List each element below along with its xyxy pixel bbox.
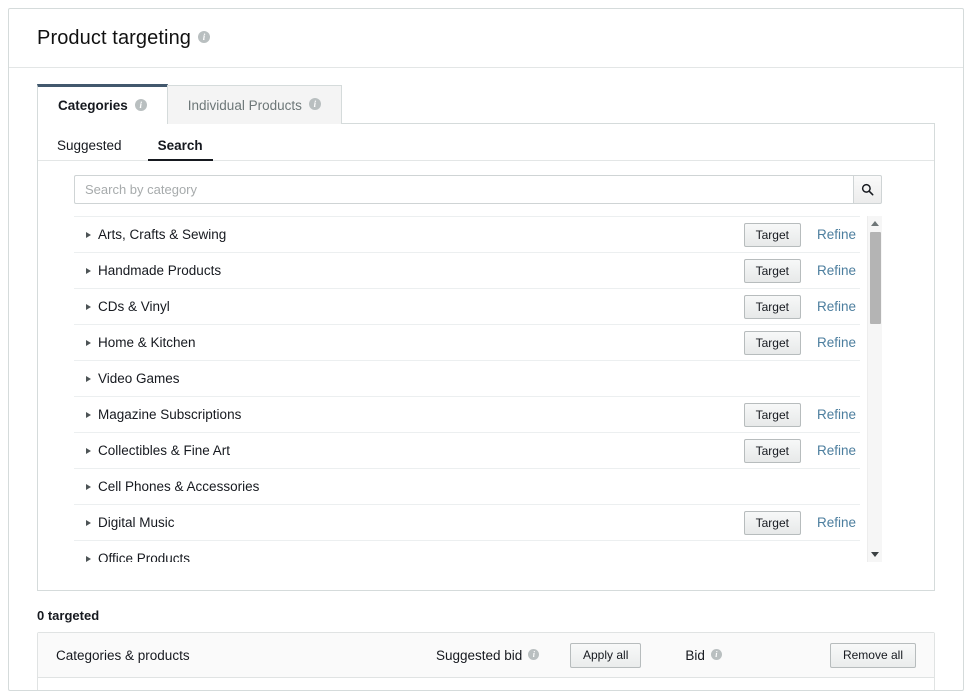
category-list-area: Arts, Crafts & Sewing Target Refine Handmad… (74, 216, 882, 562)
category-row[interactable]: CDs & Vinyl Target Refine (74, 288, 860, 324)
category-list-scrollbar[interactable] (867, 216, 882, 562)
tab-individual-products[interactable]: Individual Products i (166, 85, 342, 124)
expand-caret-icon[interactable] (86, 483, 91, 490)
remove-all-button[interactable]: Remove all (829, 642, 916, 668)
expand-caret-icon[interactable] (86, 519, 91, 526)
category-subtabs: Suggested Search (38, 124, 934, 161)
category-row-actions: Target Refine (743, 330, 860, 355)
refine-link[interactable]: Refine (817, 335, 860, 350)
category-name: Collectibles & Fine Art (98, 443, 231, 458)
category-row[interactable]: Office Products (74, 540, 860, 562)
subtab-search[interactable]: Search (147, 138, 213, 161)
refine-link[interactable]: Refine (817, 299, 860, 314)
category-name: Handmade Products (98, 263, 222, 278)
column-categories-products: Categories & products (56, 647, 190, 663)
column-suggested-bid: Suggested bid i (436, 648, 556, 663)
category-row-actions: Target Refine (743, 258, 860, 283)
expand-caret-icon[interactable] (86, 303, 91, 310)
targeted-summary-table: Categories & products Suggested bid i App… (37, 632, 935, 690)
column-bid: Bid i (685, 648, 722, 663)
column-suggested-bid-label: Suggested bid (436, 647, 523, 663)
expand-caret-icon[interactable] (86, 555, 91, 562)
category-row[interactable]: Magazine Subscriptions Target Refine (74, 396, 860, 432)
target-button[interactable]: Target (743, 222, 801, 247)
chevron-down-icon (871, 552, 879, 557)
category-name: CDs & Vinyl (98, 299, 170, 314)
expand-caret-icon[interactable] (86, 267, 91, 274)
targeted-summary-body (38, 678, 934, 690)
targeted-summary-header: Categories & products Suggested bid i App… (38, 633, 934, 678)
target-button[interactable]: Target (743, 258, 801, 283)
category-row-actions: Target Refine (743, 402, 860, 427)
tab-categories-label: Categories (58, 98, 128, 113)
category-row-actions: Target Refine (743, 510, 860, 535)
category-row[interactable]: Collectibles & Fine Art Target Refine (74, 432, 860, 468)
target-button[interactable]: Target (743, 330, 801, 355)
category-row[interactable]: Cell Phones & Accessories (74, 468, 860, 504)
expand-caret-icon[interactable] (86, 411, 91, 418)
expand-caret-icon[interactable] (86, 231, 91, 238)
search-icon (861, 183, 874, 196)
category-name: Cell Phones & Accessories (98, 479, 260, 494)
expand-caret-icon[interactable] (86, 375, 91, 382)
subtab-suggested[interactable]: Suggested (47, 138, 132, 160)
chevron-up-icon (871, 221, 879, 226)
targeted-count: 0 targeted (37, 608, 100, 623)
category-name: Magazine Subscriptions (98, 407, 242, 422)
remove-all-wrapper: Remove all (829, 642, 916, 668)
category-search-row (38, 161, 934, 216)
category-row-actions: Target Refine (743, 294, 860, 319)
tab-categories[interactable]: Categories i (37, 84, 168, 125)
page-title: Product targeting (37, 26, 192, 49)
category-row-actions: Target Refine (743, 438, 860, 463)
target-button[interactable]: Target (743, 510, 801, 535)
categories-tab-panel: Suggested Search Arts, Crafts & Sewing Ta… (37, 123, 935, 591)
scrollbar-thumb[interactable] (870, 232, 881, 324)
tab-categories-info-icon[interactable]: i (134, 98, 147, 111)
target-button[interactable]: Target (743, 402, 801, 427)
refine-link[interactable]: Refine (817, 443, 860, 458)
tablist: Categories i Individual Products i (37, 84, 935, 125)
search-input[interactable] (74, 175, 853, 204)
search-button[interactable] (853, 175, 882, 204)
column-bid-label: Bid (685, 647, 705, 663)
category-row-actions: Target Refine (743, 222, 860, 247)
scroll-up-button[interactable] (868, 216, 882, 231)
target-button[interactable]: Target (743, 294, 801, 319)
refine-link[interactable]: Refine (817, 407, 860, 422)
page-header: Product targeting i (9, 9, 963, 68)
category-row[interactable]: Arts, Crafts & Sewing Target Refine (74, 216, 860, 252)
category-name: Video Games (98, 371, 180, 386)
category-row[interactable]: Handmade Products Target Refine (74, 252, 860, 288)
refine-link[interactable]: Refine (817, 263, 860, 278)
category-row[interactable]: Digital Music Target Refine (74, 504, 860, 540)
target-button[interactable]: Target (743, 438, 801, 463)
apply-all-button[interactable]: Apply all (570, 642, 642, 668)
refine-link[interactable]: Refine (817, 515, 860, 530)
scroll-down-button[interactable] (868, 547, 882, 562)
suggested-bid-info-icon[interactable]: i (528, 649, 540, 661)
tab-individual-products-label: Individual Products (187, 97, 302, 113)
category-row[interactable]: Video Games (74, 360, 860, 396)
expand-caret-icon[interactable] (86, 447, 91, 454)
page-title-info-icon[interactable]: i (198, 31, 211, 43)
expand-caret-icon[interactable] (86, 339, 91, 346)
category-list: Arts, Crafts & Sewing Target Refine Handmad… (74, 216, 882, 562)
refine-link[interactable]: Refine (817, 227, 860, 242)
category-name: Arts, Crafts & Sewing (98, 227, 227, 242)
category-row[interactable]: Home & Kitchen Target Refine (74, 324, 860, 360)
targeting-tabs-wrapper: Categories i Individual Products i Sugge… (37, 84, 935, 591)
category-name: Home & Kitchen (98, 335, 196, 350)
tab-individual-products-info-icon[interactable]: i (308, 98, 321, 110)
category-name: Digital Music (98, 515, 175, 530)
product-targeting-card: Product targeting i Categories i Individ… (8, 8, 964, 691)
category-name: Office Products (98, 551, 191, 562)
bid-info-icon[interactable]: i (710, 649, 722, 661)
